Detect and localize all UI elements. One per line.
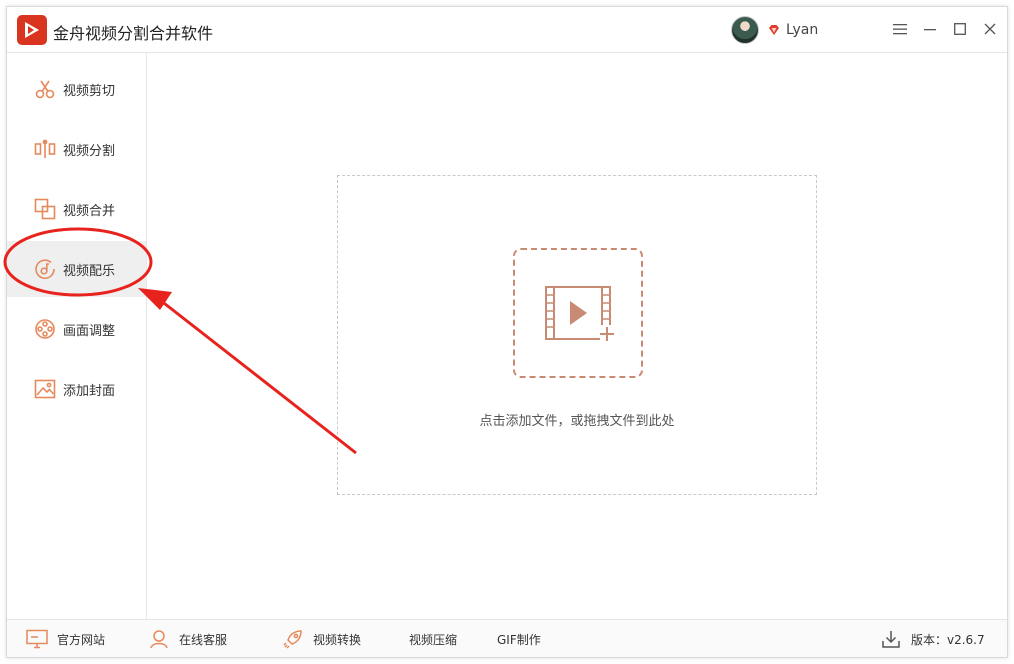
user-info[interactable]: Lyan xyxy=(731,15,818,45)
app-window: 金舟视频分割合并软件 Lyan 视频剪切 视频分割 视频合并 视频配乐 画面调整… xyxy=(6,6,1008,658)
minimize-icon xyxy=(924,29,936,31)
sidebar-item-label: 视频剪切 xyxy=(63,83,116,99)
image-icon xyxy=(33,377,57,401)
split-icon xyxy=(33,137,57,161)
app-logo-icon xyxy=(17,15,47,45)
headset-icon xyxy=(147,628,171,650)
vip-diamond-icon xyxy=(769,25,779,35)
footer-item-label: 视频压缩 xyxy=(409,632,458,647)
footer-item-label: GIF制作 xyxy=(497,632,541,647)
footer-online-service[interactable]: 在线客服 xyxy=(147,620,227,658)
rocket-icon xyxy=(281,628,305,650)
footer-video-compress[interactable]: 视频压缩 xyxy=(409,620,457,658)
footer-gif-maker[interactable]: GIF制作 xyxy=(497,620,541,658)
footer-bar: 官方网站 在线客服 视频转换 视频压缩 GIF制作 版本：v2.6.7 xyxy=(7,619,1007,657)
sidebar-item-video-cut[interactable]: 视频剪切 xyxy=(7,61,146,117)
close-icon xyxy=(984,23,996,35)
footer-item-label: 官方网站 xyxy=(57,632,106,647)
add-video-icon xyxy=(545,286,614,343)
monitor-icon xyxy=(25,628,49,650)
avatar[interactable] xyxy=(731,16,759,44)
menu-icon xyxy=(893,24,907,35)
sidebar-item-add-cover[interactable]: 添加封面 xyxy=(7,361,146,417)
drop-hint-text: 点击添加文件，或拖拽文件到此处 xyxy=(479,414,675,429)
sidebar-item-label: 视频合并 xyxy=(63,203,116,219)
sidebar-item-label: 画面调整 xyxy=(63,323,116,339)
sidebar-item-picture-adjust[interactable]: 画面调整 xyxy=(7,301,146,357)
sidebar-item-label: 视频配乐 xyxy=(63,263,116,279)
music-icon xyxy=(33,257,57,281)
sidebar-item-video-merge[interactable]: 视频合并 xyxy=(7,181,146,237)
download-icon xyxy=(879,628,903,650)
file-drop-zone[interactable]: 点击添加文件，或拖拽文件到此处 xyxy=(337,175,817,495)
maximize-button[interactable] xyxy=(951,19,969,39)
sidebar-item-label: 添加封面 xyxy=(63,383,116,399)
footer-item-label: 视频转换 xyxy=(313,632,362,647)
menu-button[interactable] xyxy=(891,19,909,39)
sidebar: 视频剪切 视频分割 视频合并 视频配乐 画面调整 添加封面 xyxy=(7,53,147,619)
minimize-button[interactable] xyxy=(921,19,939,39)
sidebar-item-video-music[interactable]: 视频配乐 xyxy=(7,241,146,297)
close-button[interactable] xyxy=(981,19,999,39)
sidebar-item-video-split[interactable]: 视频分割 xyxy=(7,121,146,177)
version-label: 版本：v2.6.7 xyxy=(911,632,985,647)
film-reel-icon xyxy=(33,317,57,341)
title-bar: 金舟视频分割合并软件 Lyan xyxy=(7,7,1007,53)
window-controls xyxy=(891,19,999,39)
footer-version[interactable]: 版本：v2.6.7 xyxy=(879,620,985,658)
scissors-icon xyxy=(33,77,57,101)
merge-icon xyxy=(33,197,57,221)
add-file-button[interactable] xyxy=(513,248,643,378)
footer-item-label: 在线客服 xyxy=(179,632,228,647)
sidebar-item-label: 视频分割 xyxy=(63,143,116,159)
maximize-icon xyxy=(954,23,966,35)
footer-video-convert[interactable]: 视频转换 xyxy=(281,620,361,658)
app-title: 金舟视频分割合并软件 xyxy=(53,24,214,43)
footer-official-site[interactable]: 官方网站 xyxy=(25,620,105,658)
username[interactable]: Lyan xyxy=(786,22,818,38)
